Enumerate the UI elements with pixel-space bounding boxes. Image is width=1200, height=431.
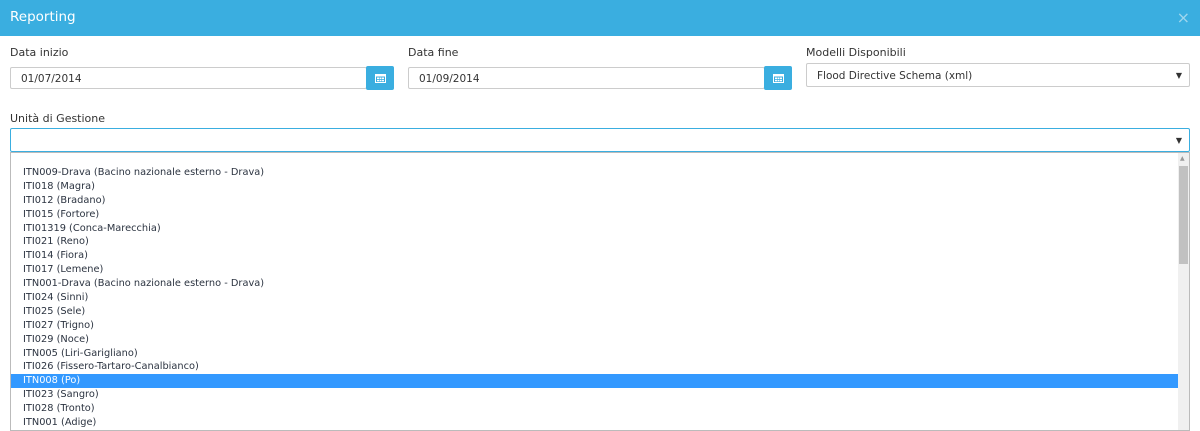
scrollbar-thumb[interactable] bbox=[1179, 166, 1188, 264]
unita-label: Unità di Gestione bbox=[10, 112, 106, 125]
dropdown-option[interactable]: ITI026 (Fissero-Tartaro-Canalbianco) bbox=[11, 360, 1179, 374]
dropdown-option[interactable]: ITI023 (Sangro) bbox=[11, 388, 1179, 402]
unita-select[interactable]: ▼ bbox=[10, 128, 1190, 152]
dropdown-option[interactable]: ITN009-Drava (Bacino nazionale esterno -… bbox=[11, 166, 1179, 180]
dropdown-option[interactable]: ITI025 (Sele) bbox=[11, 305, 1179, 319]
dropdown-option[interactable]: ITN001 (Adige) bbox=[11, 416, 1179, 430]
unita-dropdown-list[interactable]: ITN009-Drava (Bacino nazionale esterno -… bbox=[10, 152, 1190, 431]
scroll-up-icon[interactable]: ▲ bbox=[1180, 155, 1185, 162]
chevron-down-icon: ▼ bbox=[1175, 71, 1182, 80]
dropdown-option[interactable]: ITI015 (Fortore) bbox=[11, 208, 1179, 222]
dropdown-option[interactable]: ITI018 (Magra) bbox=[11, 180, 1179, 194]
calendar-icon bbox=[374, 74, 386, 83]
modal-title: Reporting bbox=[10, 9, 76, 25]
dropdown-option[interactable]: ITI028 (Tronto) bbox=[11, 402, 1179, 416]
dropdown-option[interactable]: ITI014 (Fiora) bbox=[11, 249, 1179, 263]
dropdown-option[interactable]: ITI01319 (Conca-Marecchia) bbox=[11, 222, 1179, 236]
dropdown-option[interactable]: ITI021 (Reno) bbox=[11, 235, 1179, 249]
unita-options: ITN009-Drava (Bacino nazionale esterno -… bbox=[11, 166, 1179, 430]
dropdown-option[interactable]: ITI024 (Sinni) bbox=[11, 291, 1179, 305]
calendar-icon bbox=[772, 74, 784, 83]
dropdown-option[interactable]: ITN008 (Po) bbox=[11, 374, 1179, 389]
dropdown-option[interactable]: ITI012 (Bradano) bbox=[11, 194, 1179, 208]
modal-header: Reporting × bbox=[0, 0, 1200, 36]
modelli-selected-value: Flood Directive Schema (xml) bbox=[817, 70, 973, 82]
modelli-select[interactable]: Flood Directive Schema (xml) ▼ bbox=[806, 63, 1190, 87]
data-fine-calendar-button[interactable] bbox=[764, 66, 792, 90]
dropdown-option[interactable]: ITI027 (Trigno) bbox=[11, 319, 1179, 333]
data-inizio-label: Data inizio bbox=[10, 46, 69, 59]
close-icon[interactable]: × bbox=[1177, 8, 1190, 27]
data-fine-input[interactable]: 01/09/2014 bbox=[408, 67, 765, 89]
dropdown-option[interactable]: ITI017 (Lemene) bbox=[11, 263, 1179, 277]
data-inizio-input[interactable]: 01/07/2014 bbox=[10, 67, 367, 89]
reporting-modal: Reporting × Data inizio 01/07/2014 Data … bbox=[0, 0, 1200, 431]
dropdown-scrollbar[interactable]: ▲ bbox=[1178, 153, 1189, 430]
modelli-label: Modelli Disponibili bbox=[806, 46, 906, 59]
dropdown-option[interactable]: ITN001-Drava (Bacino nazionale esterno -… bbox=[11, 277, 1179, 291]
dropdown-option[interactable]: ITI029 (Noce) bbox=[11, 333, 1179, 347]
data-inizio-calendar-button[interactable] bbox=[366, 66, 394, 90]
dropdown-option[interactable]: ITN005 (Liri-Garigliano) bbox=[11, 347, 1179, 361]
data-fine-label: Data fine bbox=[408, 46, 459, 59]
chevron-down-icon: ▼ bbox=[1175, 136, 1182, 145]
